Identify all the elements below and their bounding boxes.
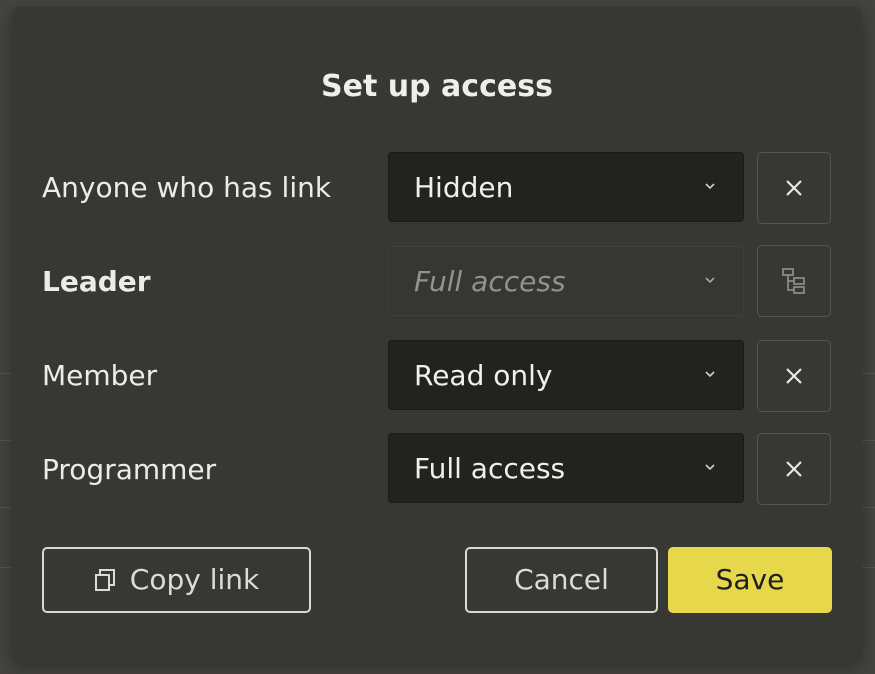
- access-dialog: Set up access Anyone who has link Hidden…: [12, 7, 862, 663]
- row-label-anyone-with-link: Anyone who has link: [42, 171, 332, 204]
- select-value: Full access: [414, 452, 566, 485]
- close-icon: [786, 368, 802, 384]
- chevron-down-icon: [705, 464, 715, 471]
- select-value: Full access: [414, 265, 566, 298]
- hierarchy-button[interactable]: [757, 245, 831, 317]
- access-select-member[interactable]: Read only: [388, 340, 744, 410]
- remove-row-button[interactable]: [757, 433, 831, 505]
- row-label-leader: Leader: [42, 265, 151, 298]
- cancel-button[interactable]: Cancel: [465, 547, 658, 613]
- access-select-leader: Full access: [388, 246, 744, 316]
- remove-row-button[interactable]: [757, 340, 831, 412]
- row-label-programmer: Programmer: [42, 453, 217, 486]
- close-icon: [786, 461, 802, 477]
- chevron-down-icon: [705, 371, 715, 378]
- chevron-down-icon: [705, 183, 715, 190]
- hierarchy-icon: [782, 268, 805, 294]
- select-value: Read only: [414, 359, 553, 392]
- access-select-anyone-with-link[interactable]: Hidden: [388, 152, 744, 222]
- close-icon: [786, 180, 802, 196]
- dialog-title: Set up access: [321, 69, 553, 104]
- copy-link-label: Copy link: [129, 563, 260, 596]
- access-select-programmer[interactable]: Full access: [388, 433, 744, 503]
- chevron-down-icon: [705, 277, 715, 284]
- select-value: Hidden: [414, 171, 514, 204]
- copy-link-button[interactable]: Copy link: [42, 547, 311, 613]
- copy-icon: [94, 569, 115, 591]
- row-label-member: Member: [42, 359, 158, 392]
- save-button[interactable]: Save: [668, 547, 832, 613]
- remove-row-button[interactable]: [757, 152, 831, 224]
